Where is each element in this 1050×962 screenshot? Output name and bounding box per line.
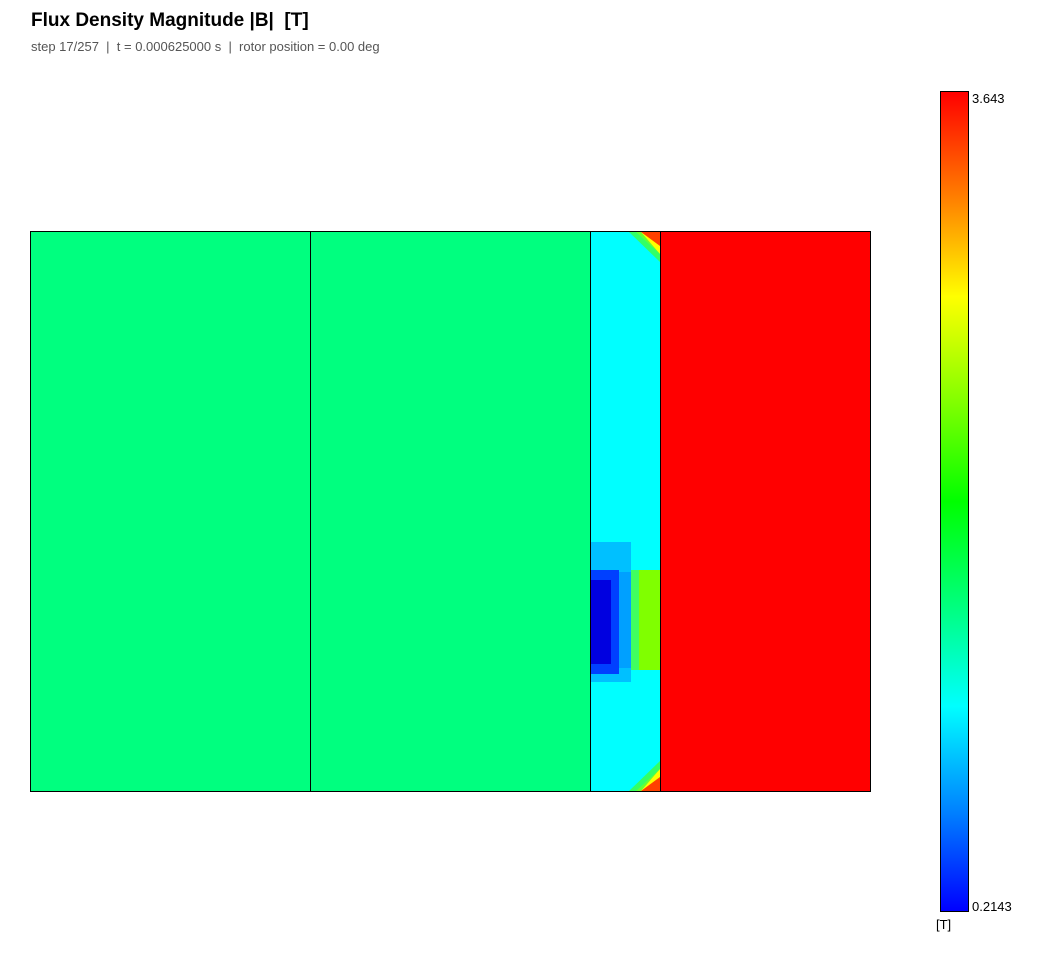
colorbar [940,91,969,912]
plot-subtitle: step 17/257 | t = 0.000625000 s | rotor … [31,39,380,54]
colorbar-unit-label: [T] [936,917,952,932]
region-3-field-detail [591,232,660,791]
colorbar-max-label: 3.643 [972,91,1005,106]
plot-title: Flux Density Magnitude |B| [T] [31,10,309,31]
region-3 [590,231,661,792]
field-plot-area [30,231,872,794]
region-4 [660,231,871,792]
colorbar-min-label: 0.2143 [972,899,1012,914]
region-1 [30,231,311,792]
region-2 [310,231,591,792]
